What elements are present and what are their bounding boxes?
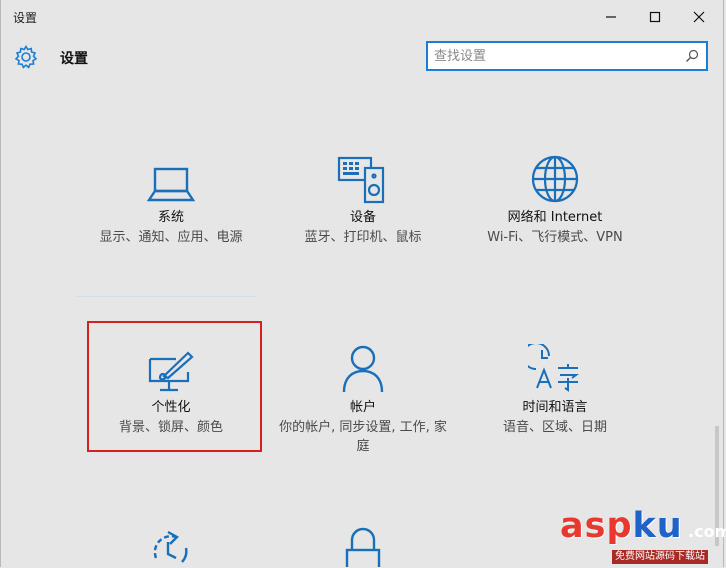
watermark-text: aspku	[560, 506, 683, 546]
watermark-text-b: ku	[632, 506, 683, 546]
gear-icon	[14, 44, 38, 69]
close-button[interactable]	[677, 0, 721, 34]
category-update-security[interactable]	[73, 522, 269, 567]
category-time-language[interactable]: 时间和语言 语音、区域、日期	[457, 330, 653, 460]
category-description: Wi-Fi、飞行模式、VPN	[487, 230, 623, 245]
settings-header: 设置	[1, 38, 725, 78]
selection-highlight-box	[87, 321, 262, 452]
privacy-lock-icon	[345, 527, 381, 567]
maximize-icon	[649, 11, 661, 23]
category-name: 系统	[157, 210, 184, 225]
maximize-button[interactable]	[633, 0, 677, 34]
category-description: 显示、通知、应用、电源	[99, 230, 243, 245]
watermark-subtitle: 免费网站源码下载站	[612, 550, 708, 564]
settings-window: 设置 设置 查找设置 系统 显示、通知、应用、电源 设备 蓝牙、打印机、鼠标 网…	[0, 0, 724, 567]
search-icon[interactable]	[685, 49, 699, 63]
category-name: 设备	[349, 210, 376, 225]
category-network[interactable]: 网络和 Internet Wi-Fi、飞行模式、VPN	[457, 140, 653, 270]
category-privacy[interactable]	[265, 522, 461, 567]
devices-icon	[337, 156, 385, 204]
category-accounts[interactable]: 帐户 你的帐户, 同步设置, 工作, 家庭	[265, 330, 461, 460]
window-title: 设置	[13, 11, 38, 25]
page-title: 设置	[60, 51, 88, 67]
globe-icon	[531, 155, 579, 203]
category-name: 时间和语言	[522, 400, 588, 415]
person-icon	[342, 345, 384, 393]
category-description: 蓝牙、打印机、鼠标	[304, 230, 422, 245]
search-input[interactable]	[428, 43, 680, 69]
category-name: 网络和 Internet	[507, 210, 603, 225]
category-devices[interactable]: 设备 蓝牙、打印机、鼠标	[265, 140, 461, 270]
title-bar: 设置	[1, 0, 725, 34]
watermark-text-a: asp	[560, 506, 633, 546]
watermark-logo: aspku .com 免费网站源码下载站	[560, 506, 726, 567]
section-divider	[76, 296, 256, 297]
update-security-icon	[153, 530, 188, 563]
close-icon	[693, 11, 705, 23]
time-language-icon	[528, 344, 579, 392]
minimize-icon	[606, 16, 616, 18]
category-description: 语音、区域、日期	[502, 420, 607, 435]
category-description: 你的帐户, 同步设置, 工作, 家庭	[279, 420, 447, 454]
category-system[interactable]: 系统 显示、通知、应用、电源	[73, 140, 269, 270]
minimize-button[interactable]	[589, 0, 633, 34]
laptop-icon	[146, 167, 196, 202]
category-name: 帐户	[349, 400, 376, 415]
search-box[interactable]	[426, 41, 708, 71]
watermark-domain: .com	[688, 522, 726, 541]
